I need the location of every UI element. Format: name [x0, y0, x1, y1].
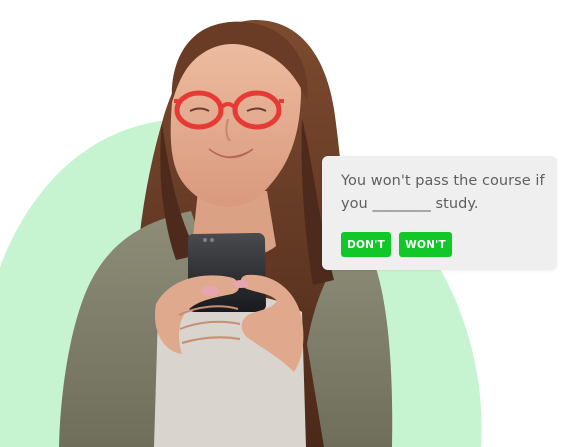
answer-options: DON'T WON'T [341, 232, 452, 257]
quiz-card: You won't pass the course if you _______… [322, 156, 557, 270]
quiz-question: You won't pass the course if you _______… [341, 173, 545, 212]
hero-section: You won't pass the course if you _______… [0, 0, 561, 447]
dont-answer-button[interactable]: DON'T [341, 232, 391, 257]
wont-answer-button[interactable]: WON'T [399, 232, 452, 257]
